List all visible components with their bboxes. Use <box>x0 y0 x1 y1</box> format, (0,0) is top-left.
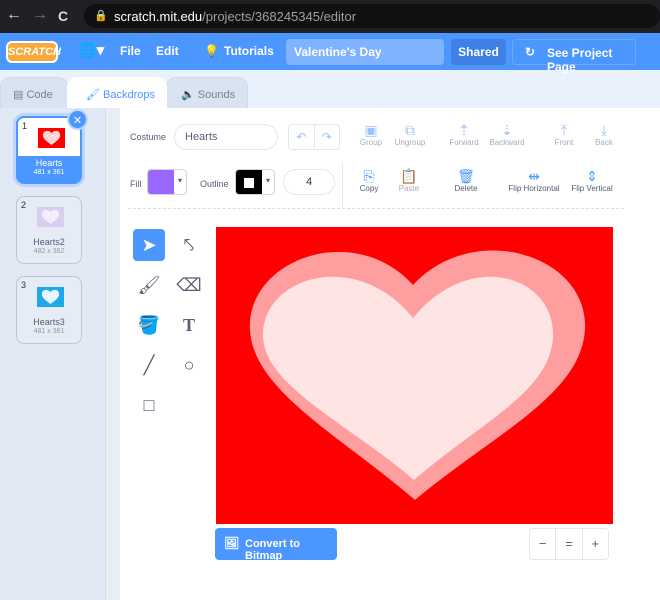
project-title-input[interactable]: Valentine's Day <box>286 39 444 65</box>
zoom-in-button[interactable]: + <box>583 529 608 559</box>
eraser-tool-icon[interactable]: ⌫ <box>173 269 205 301</box>
costume-number: 2 <box>21 200 27 210</box>
costume-thumbnail <box>37 287 64 307</box>
address-bar[interactable]: 🔒 scratch.mit.edu/projects/368245345/edi… <box>84 4 660 28</box>
select-tool-icon[interactable]: ➤ <box>133 229 165 261</box>
url-path: /projects/368245345/editor <box>202 9 357 24</box>
scratch-logo[interactable]: SCRATCH <box>6 41 61 63</box>
costume-item[interactable]: 3 Hearts3 481 x 361 <box>16 276 82 344</box>
globe-icon[interactable]: 🌐▾ <box>78 41 104 59</box>
flip-horizontal-button[interactable]: ⇹ Flip Horizontal <box>504 168 564 193</box>
tab-sounds[interactable]: 🔈 Sounds <box>166 77 248 109</box>
flip-vertical-icon: ⇕ <box>586 168 598 184</box>
speaker-icon: 🔈 <box>181 89 198 101</box>
zoom-reset-button[interactable]: = <box>556 529 583 559</box>
tutorials-button[interactable]: Tutorials <box>224 44 274 58</box>
paste-button[interactable]: 📋 Paste <box>394 168 424 193</box>
group-icon: ▣ <box>364 122 378 138</box>
ungroup-icon: ⧉ <box>405 122 415 138</box>
backward-button[interactable]: ⇣ Backward <box>486 122 528 147</box>
shared-button[interactable]: Shared <box>451 39 506 65</box>
costume-name: Hearts3 <box>33 317 65 327</box>
rectangle-tool-icon[interactable]: □ <box>133 389 165 421</box>
tab-backdrops-label: Backdrops <box>103 89 156 101</box>
reshape-tool-icon[interactable]: ⤣ <box>173 229 205 261</box>
costume-number: 3 <box>21 280 27 290</box>
browser-bar: ← → C 🔒 scratch.mit.edu/projects/3682453… <box>0 0 660 33</box>
zoom-controls: − = + <box>529 528 609 560</box>
costume-name: Hearts <box>35 158 63 168</box>
text-tool-icon[interactable]: T <box>173 309 205 341</box>
costume-thumbnail <box>37 207 64 227</box>
copy-icon: ⎘ <box>363 168 375 184</box>
back-button[interactable]: ⤓ Back <box>588 122 620 147</box>
front-button[interactable]: ⤒ Front <box>548 122 580 147</box>
paste-icon: 📋 <box>400 168 418 184</box>
file-menu[interactable]: File <box>120 44 141 58</box>
remix-icon: ↻ <box>525 45 536 59</box>
tab-backdrops[interactable]: 🖌 Backdrops <box>67 77 167 110</box>
costume-size: 481 x 361 <box>33 169 65 176</box>
costume-size: 481 x 361 <box>33 328 65 335</box>
fill-tool-icon[interactable]: 🪣 <box>133 309 165 341</box>
outline-width-input[interactable]: 4 <box>283 169 335 195</box>
costume-item[interactable]: 2 Hearts2 482 x 362 <box>16 196 82 264</box>
tab-code-label: Code <box>26 89 53 101</box>
brush-icon: 🖌 <box>86 89 104 101</box>
url-host: scratch.mit.edu <box>114 9 203 24</box>
image-icon: 🖼 <box>224 536 240 550</box>
menu-bar: SCRATCH 🌐▾ File Edit 💡 Tutorials Valenti… <box>0 33 660 74</box>
tab-code[interactable]: ▤ Code <box>0 77 68 109</box>
fill-label: Fill <box>130 179 142 189</box>
costume-thumbnail <box>38 128 65 148</box>
trash-icon: 🗑 <box>457 168 475 184</box>
circle-tool-icon[interactable]: ○ <box>173 349 205 381</box>
brush-tool-icon[interactable]: 🖌 <box>133 269 165 301</box>
group-button[interactable]: ▣ Group <box>356 122 386 147</box>
line-tool-icon[interactable]: ╱ <box>133 349 165 381</box>
reload-icon[interactable]: C <box>58 8 68 24</box>
outline-color-picker[interactable]: ▾ <box>235 169 275 195</box>
ungroup-button[interactable]: ⧉ Ungroup <box>392 122 428 147</box>
undo-button[interactable]: ↶ <box>289 125 315 149</box>
delete-button[interactable]: 🗑 Delete <box>448 168 484 193</box>
lock-icon: 🔒 <box>94 10 108 22</box>
copy-button[interactable]: ⎘ Copy <box>354 168 384 193</box>
see-project-page-button[interactable]: ↻ See Project Page <box>512 39 636 74</box>
backward-icon: ⇣ <box>501 122 513 138</box>
edit-menu[interactable]: Edit <box>156 44 179 58</box>
scrollbar[interactable] <box>105 108 120 600</box>
delete-costume-icon[interactable]: ✕ <box>67 109 88 130</box>
costume-number: 1 <box>22 121 28 131</box>
redo-button[interactable]: ↷ <box>315 125 340 149</box>
back-icon: ⤓ <box>600 122 608 138</box>
outline-label: Outline <box>200 179 229 189</box>
back-icon[interactable]: ← <box>6 6 22 24</box>
lightbulb-icon: 💡 <box>204 44 219 58</box>
flip-horizontal-icon: ⇹ <box>528 168 540 184</box>
zoom-out-button[interactable]: − <box>530 529 557 559</box>
convert-label: Convert to Bitmap <box>245 538 300 562</box>
costume-name-input[interactable]: Hearts <box>174 124 278 150</box>
tab-sounds-label: Sounds <box>197 89 236 101</box>
fill-color-picker[interactable]: ▾ <box>147 169 187 195</box>
costume-label: Costume <box>130 132 167 142</box>
paint-canvas[interactable] <box>216 227 613 524</box>
costume-size: 482 x 362 <box>33 248 65 255</box>
forward-icon: ⇡ <box>458 122 470 138</box>
front-icon: ⤒ <box>560 122 568 138</box>
forward-button[interactable]: ⇡ Forward <box>446 122 482 147</box>
code-icon: ▤ <box>13 89 27 101</box>
flip-vertical-button[interactable]: ⇕ Flip Vertical <box>568 168 616 193</box>
see-project-page-label: See Project Page <box>547 46 613 74</box>
convert-to-bitmap-button[interactable]: 🖼 Convert to Bitmap <box>215 528 337 562</box>
forward-icon[interactable]: → <box>32 6 48 24</box>
costume-name: Hearts2 <box>33 237 65 247</box>
